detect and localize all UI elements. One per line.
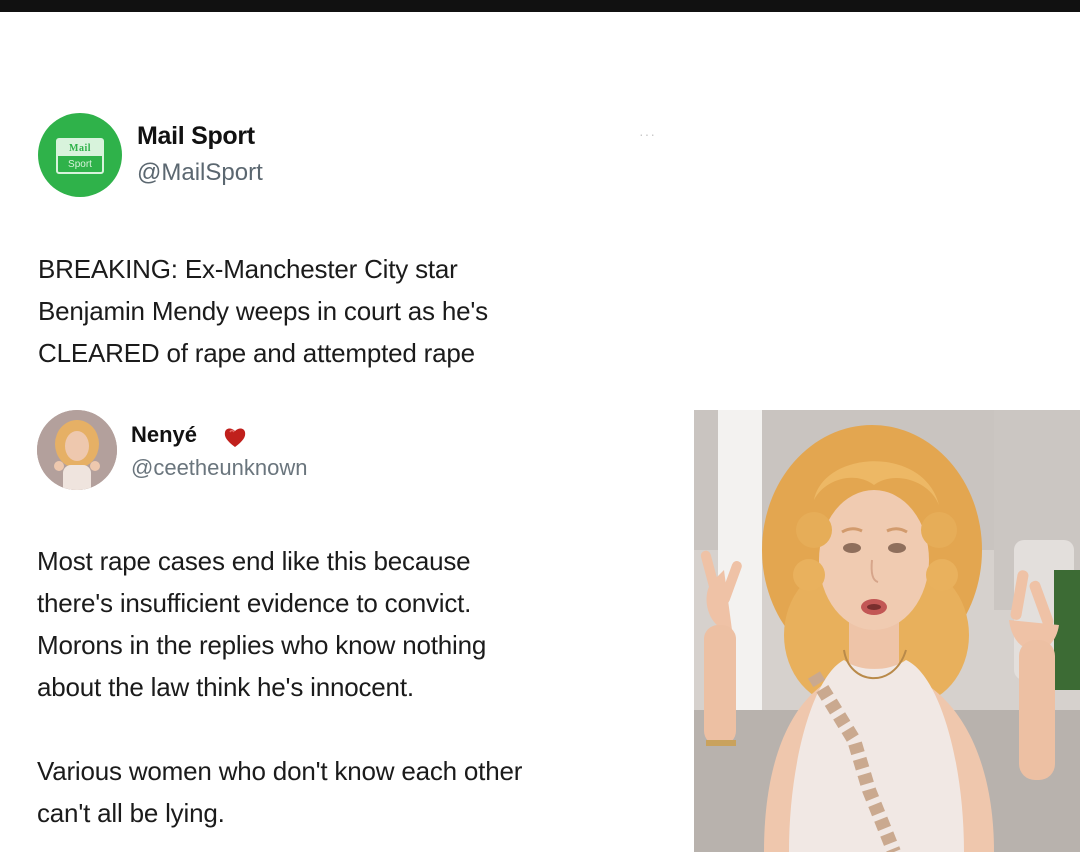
tweet2-line: Various women who don't know each other: [37, 756, 523, 786]
tweet2-line: Morons in the replies who know nothing: [37, 630, 487, 660]
tweet2-line: Most rape cases end like this because: [37, 546, 471, 576]
tweet1-author-name[interactable]: Mail Sport: [137, 122, 255, 151]
red-heart-icon: [224, 428, 246, 447]
logo-text-bottom: Sport: [68, 158, 92, 170]
more-options-icon[interactable]: ···: [639, 126, 656, 142]
tweet1-author-handle[interactable]: @MailSport: [137, 159, 263, 187]
tweet2-author-name[interactable]: Nenyé: [131, 422, 197, 448]
tweet2-text: Most rape cases end like this because th…: [37, 540, 677, 834]
tweet1-text: BREAKING: Ex-Manchester City star Benjam…: [38, 248, 658, 374]
mail-sport-avatar[interactable]: Mail Sport: [38, 113, 122, 197]
tweet2-line: there's insufficient evidence to convict…: [37, 588, 472, 618]
tweet1-line: BREAKING: Ex-Manchester City star: [38, 254, 458, 284]
woman-photo: [694, 410, 1080, 852]
tweet2-author-handle[interactable]: @ceetheunknown: [131, 455, 307, 481]
mail-sport-logo: Mail Sport: [56, 138, 104, 174]
tweet1-line: CLEARED of rape and attempted rape: [38, 338, 475, 368]
tweet2-line: can't all be lying.: [37, 798, 225, 828]
logo-text-top: Mail: [58, 140, 102, 156]
top-bar: [0, 0, 1080, 12]
nenye-avatar[interactable]: [37, 410, 117, 490]
tweet2-line: about the law think he's innocent.: [37, 672, 414, 702]
tweet1-line: Benjamin Mendy weeps in court as he's: [38, 296, 488, 326]
